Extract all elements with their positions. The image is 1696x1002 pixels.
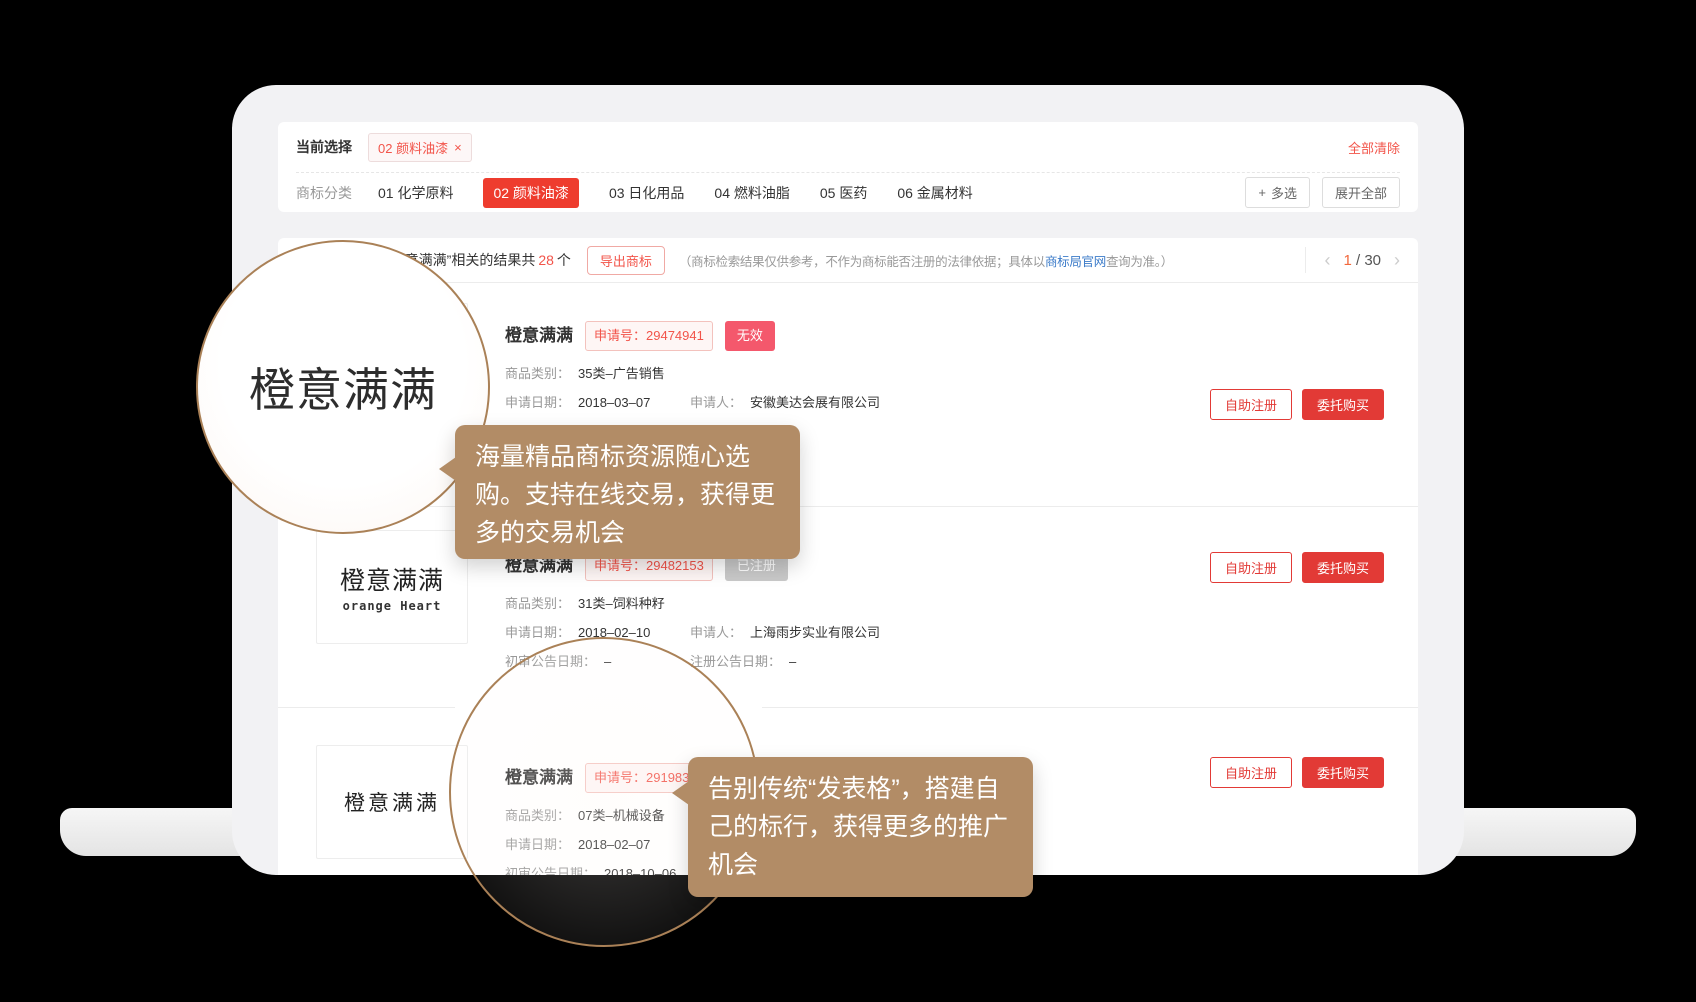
category-item-03[interactable]: 03 日化用品 [609,183,684,203]
field-label: 申请人： [690,625,742,640]
next-page-icon[interactable]: › [1394,251,1400,269]
category-item-01[interactable]: 01 化学原料 [378,183,453,203]
thumbnail-subtext: orange Heart [343,599,442,613]
trademark-office-link[interactable]: 商标局官网 [1045,255,1106,269]
field-value: 安徽美达会展有限公司 [750,395,880,410]
entrust-purchase-button[interactable]: 委托购买 [1302,757,1384,788]
current-selection-label: 当前选择 [296,137,352,157]
field-value: – [789,654,796,669]
field-label: 注册公告日期： [690,654,781,669]
page-indicator: 1 / 30 [1343,252,1381,269]
pagination: ‹ 1 / 30 › [1305,247,1400,273]
application-number-tag: 申请号：29474941 [585,321,713,351]
trademark-thumbnail: 橙意满满 orange Heart [316,530,468,644]
category-row: 商标分类 01 化学原料 02 颜料油漆 03 日化用品 04 燃料油脂 05 … [296,173,1400,212]
page-separator: / [1356,252,1360,269]
summary-unit: 个 [557,252,571,268]
row-divider [278,707,1418,708]
field-label: 申请人： [690,395,742,410]
field-label: 申请日期： [505,625,570,640]
category-item-04[interactable]: 04 燃料油脂 [714,183,789,203]
multi-select-label: 多选 [1271,183,1297,202]
callout-tooltip-promotion: 告别传统“发表格”，搭建自己的标行，获得更多的推广机会 [688,757,1033,897]
results-count: 28 [538,252,554,268]
current-selection-row: 当前选择 02 颜料油漆 × 全部清除 [296,122,1400,173]
thumbnail-text: 橙意满满 [344,787,440,817]
category-item-06[interactable]: 06 金属材料 [897,183,972,203]
field-value: 35类–广告销售 [578,366,665,381]
application-number-value: 29482153 [646,558,704,573]
disclaimer-post: 查询为准。） [1106,255,1173,269]
callout-tooltip-trade: 海量精品商标资源随心选购。支持在线交易，获得更多的交易机会 [455,425,800,559]
field-value: 上海雨步实业有限公司 [750,625,880,640]
field-label: 申请日期： [505,395,570,410]
category-item-05[interactable]: 05 医药 [820,183,867,203]
expand-all-button[interactable]: 展开全部 [1322,177,1400,208]
self-register-button[interactable]: 自助注册 [1210,552,1292,583]
screen: 当前选择 02 颜料油漆 × 全部清除 商标分类 01 化学原料 02 颜料油漆… [0,0,1696,1002]
status-badge: 无效 [725,321,775,351]
field-label: 商品类别： [505,596,570,611]
entrust-purchase-button[interactable]: 委托购买 [1302,552,1384,583]
application-number-value: 29474941 [646,328,704,343]
disclaimer-pre: （商标检索结果仅供参考，不作为商标能否注册的法律依据；具体以 [679,255,1045,269]
total-pages: 30 [1364,252,1381,269]
magnified-trademark-text: 橙意满满 [249,354,437,420]
disclaimer-text: （商标检索结果仅供参考，不作为商标能否注册的法律依据；具体以商标局官网查询为准。… [679,251,1173,270]
multi-select-button[interactable]: + 多选 [1245,177,1310,208]
export-trademarks-button[interactable]: 导出商标 [587,246,665,275]
self-register-button[interactable]: 自助注册 [1210,389,1292,420]
field-label: 商品类别： [505,366,570,381]
plus-icon: + [1258,185,1266,200]
field-value: 31类–饲料种籽 [578,596,665,611]
thumbnail-text: 橙意满满 [340,561,444,597]
field-value: 2018–03–07 [578,395,650,410]
trademark-thumbnail: 橙意满满 [316,745,468,859]
remove-filter-icon[interactable]: × [454,140,462,155]
application-number-label: 申请号： [594,328,646,343]
prev-page-icon[interactable]: ‹ [1324,251,1330,269]
filter-header: 当前选择 02 颜料油漆 × 全部清除 商标分类 01 化学原料 02 颜料油漆… [278,122,1418,212]
selected-filter-text: 02 颜料油漆 [378,138,448,157]
current-page: 1 [1343,252,1351,269]
results-bar: 为您检索到“橙意满满”相关的结果共28个 导出商标 （商标检索结果仅供参考，不作… [278,238,1418,283]
clear-all-button[interactable]: 全部清除 [1348,138,1400,157]
magnifier-circle-top: 橙意满满 [196,240,490,534]
trademark-name: 橙意满满 [505,324,573,348]
selected-filter-tag[interactable]: 02 颜料油漆 × [368,133,472,162]
entrust-purchase-button[interactable]: 委托购买 [1302,389,1384,420]
table-row: 橙意满满 orange Heart 橙意满满 申请号：29482153 已注册 … [278,506,1418,707]
application-number-label: 申请号： [594,558,646,573]
category-item-02-selected[interactable]: 02 颜料油漆 [483,178,578,208]
self-register-button[interactable]: 自助注册 [1210,757,1292,788]
category-label: 商标分类 [296,183,352,203]
